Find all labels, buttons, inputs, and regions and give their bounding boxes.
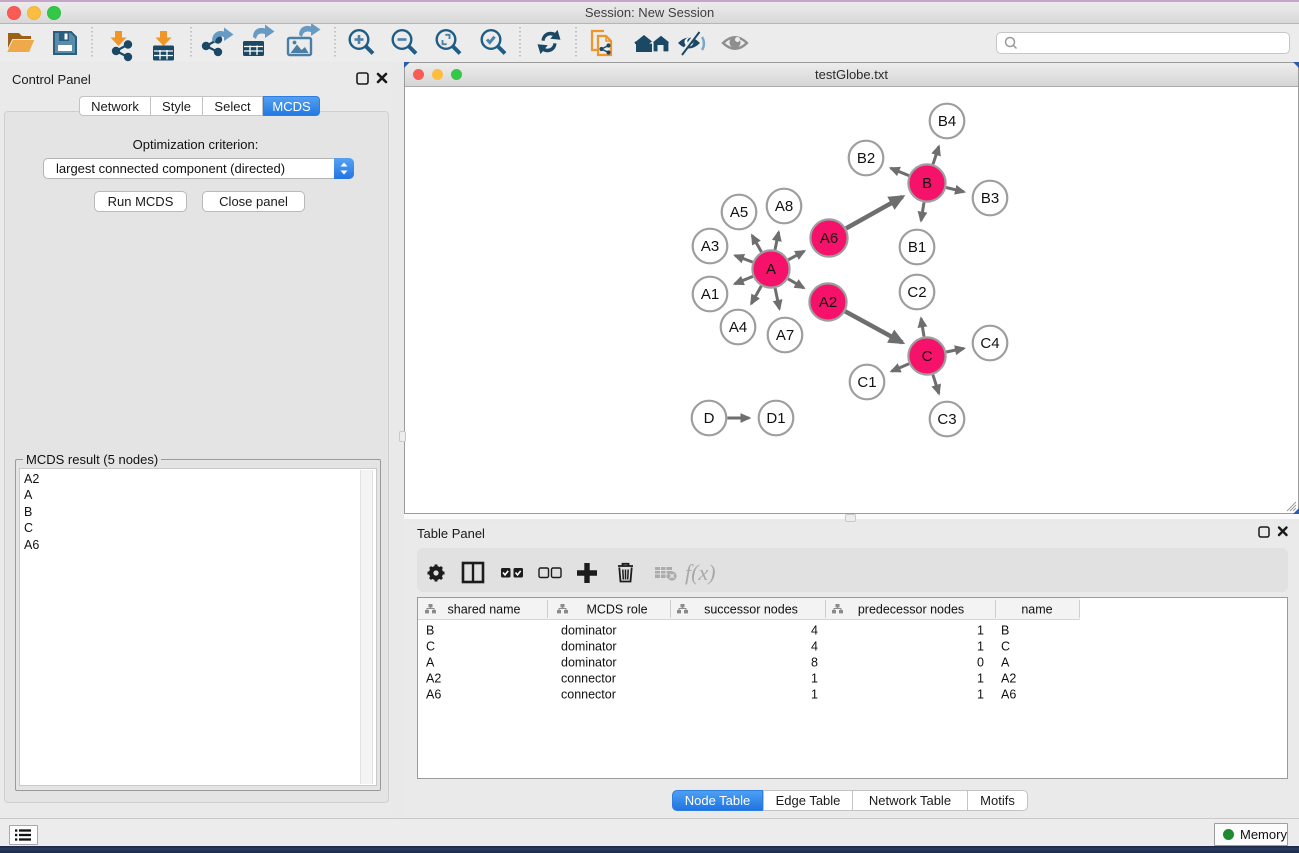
svg-text:4: 4 [811, 624, 818, 638]
svg-text:A6: A6 [1001, 688, 1016, 702]
svg-text:C: C [1001, 640, 1010, 654]
svg-text:MCDS role: MCDS role [586, 603, 647, 617]
svg-text:B: B [1001, 624, 1009, 638]
svg-text:C1: C1 [857, 374, 876, 391]
svg-text:successor nodes: successor nodes [704, 603, 798, 617]
svg-text:C: C [922, 348, 933, 365]
svg-text:A2: A2 [426, 672, 441, 686]
svg-text:C2: C2 [907, 284, 926, 301]
svg-text:dominator: dominator [561, 624, 617, 638]
svg-text:A: A [766, 261, 776, 278]
svg-text:1: 1 [977, 688, 984, 702]
svg-text:1: 1 [977, 672, 984, 686]
svg-text:A: A [1001, 656, 1010, 670]
svg-text:A8: A8 [775, 198, 793, 215]
svg-text:B2: B2 [857, 150, 875, 167]
svg-text:A1: A1 [701, 286, 719, 303]
svg-text:C: C [426, 640, 435, 654]
svg-text:dominator: dominator [561, 656, 617, 670]
svg-text:connector: connector [561, 688, 616, 702]
svg-text:C3: C3 [937, 411, 956, 428]
svg-text:B1: B1 [908, 239, 926, 256]
svg-text:0: 0 [977, 656, 984, 670]
svg-text:1: 1 [977, 624, 984, 638]
svg-text:1: 1 [811, 672, 818, 686]
svg-text:B: B [922, 175, 932, 192]
svg-text:C4: C4 [980, 335, 999, 352]
svg-text:connector: connector [561, 672, 616, 686]
svg-text:shared name: shared name [448, 603, 521, 617]
svg-text:1: 1 [811, 688, 818, 702]
svg-text:A5: A5 [730, 204, 748, 221]
svg-text:A4: A4 [729, 319, 747, 336]
svg-text:A6: A6 [820, 230, 838, 247]
svg-text:B4: B4 [938, 113, 956, 130]
svg-text:A6: A6 [426, 688, 441, 702]
svg-text:B: B [426, 624, 434, 638]
svg-text:name: name [1021, 603, 1052, 617]
svg-text:A7: A7 [776, 327, 794, 344]
svg-text:8: 8 [811, 656, 818, 670]
svg-text:A2: A2 [819, 294, 837, 311]
svg-text:f(x): f(x) [685, 560, 716, 585]
svg-text:predecessor nodes: predecessor nodes [858, 603, 964, 617]
svg-text:D: D [704, 410, 715, 427]
svg-text:A: A [426, 656, 435, 670]
svg-text:B3: B3 [981, 190, 999, 207]
svg-text:1: 1 [977, 640, 984, 654]
svg-text:4: 4 [811, 640, 818, 654]
svg-text:A3: A3 [701, 238, 719, 255]
svg-text:A2: A2 [1001, 672, 1016, 686]
svg-text:D1: D1 [766, 410, 785, 427]
svg-text:dominator: dominator [561, 640, 617, 654]
